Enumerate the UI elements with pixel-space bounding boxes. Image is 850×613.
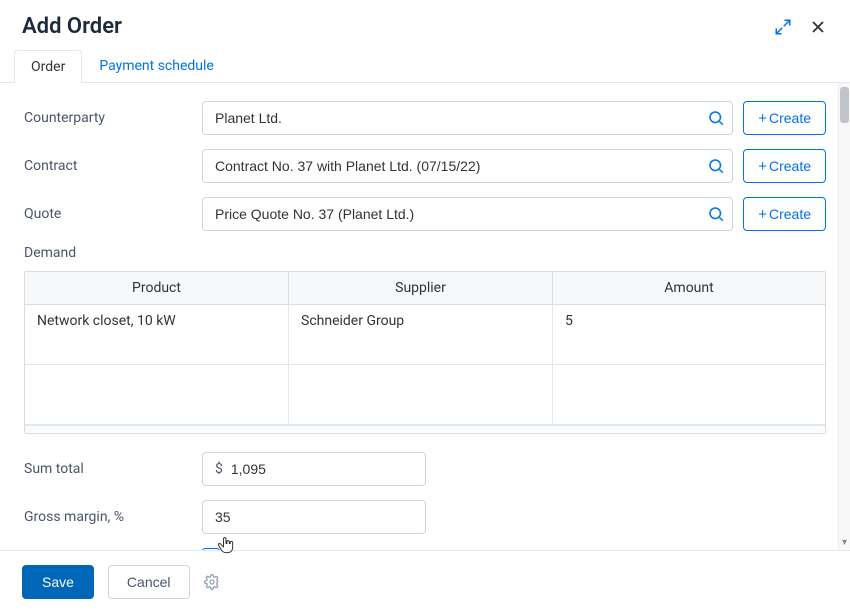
contract-input[interactable] [202, 149, 733, 183]
contract-lookup [202, 149, 733, 183]
dialog-header: Add Order [0, 0, 850, 49]
demand-label: Demand [24, 245, 826, 261]
currency-symbol: $ [215, 461, 223, 477]
counterparty-label: Counterparty [24, 110, 202, 126]
gear-icon[interactable] [204, 574, 220, 590]
table-row[interactable]: Network closet, 10 kW Schneider Group 5 [25, 305, 825, 365]
col-amount[interactable]: Amount [553, 272, 825, 304]
tabs: Order Payment schedule [0, 49, 850, 83]
plus-icon: + [758, 207, 767, 222]
quote-label: Quote [24, 206, 202, 222]
counterparty-lookup [202, 101, 733, 135]
create-label: Create [769, 206, 811, 222]
cell-product: Network closet, 10 kW [25, 305, 289, 364]
demand-table: Product Supplier Amount Network closet, … [24, 271, 826, 434]
sum-total-input[interactable] [231, 461, 413, 477]
prepayment-label: Prepayment of 100% [24, 549, 202, 550]
cell-supplier: Schneider Group [289, 305, 553, 364]
create-counterparty-button[interactable]: + Create [743, 101, 826, 135]
col-supplier[interactable]: Supplier [289, 272, 553, 304]
search-icon[interactable] [707, 157, 725, 175]
prepayment-checkbox[interactable] [202, 548, 220, 550]
contract-label: Contract [24, 158, 202, 174]
create-label: Create [769, 110, 811, 126]
chevron-down-icon[interactable]: ▾ [839, 536, 850, 548]
create-contract-button[interactable]: + Create [743, 149, 826, 183]
cancel-button[interactable]: Cancel [108, 565, 190, 599]
counterparty-input[interactable] [202, 101, 733, 135]
search-icon[interactable] [707, 205, 725, 223]
col-product[interactable]: Product [25, 272, 289, 304]
quote-lookup [202, 197, 733, 231]
gross-margin-label: Gross margin, % [24, 509, 202, 525]
dialog-title: Add Order [22, 14, 122, 39]
close-icon[interactable] [808, 17, 828, 37]
save-button[interactable]: Save [22, 565, 94, 599]
cell-amount: 5 [553, 305, 825, 364]
sum-total-input-wrap: $ [202, 452, 426, 486]
expand-icon[interactable] [774, 18, 792, 36]
create-label: Create [769, 158, 811, 174]
cell-product [25, 365, 289, 424]
table-header: Product Supplier Amount [25, 272, 825, 305]
quote-input[interactable] [202, 197, 733, 231]
sum-total-label: Sum total [24, 461, 202, 477]
scrollbar-thumb[interactable] [840, 87, 849, 123]
add-order-dialog: Add Order Order Payment schedule Counter… [0, 0, 850, 613]
tab-order[interactable]: Order [14, 50, 82, 83]
plus-icon: + [758, 111, 767, 126]
table-row[interactable] [25, 365, 825, 425]
cell-supplier [289, 365, 553, 424]
table-footer [25, 425, 825, 433]
create-quote-button[interactable]: + Create [743, 197, 826, 231]
header-actions [774, 17, 828, 37]
gross-margin-input[interactable] [202, 500, 426, 534]
plus-icon: + [758, 159, 767, 174]
cell-amount [553, 365, 825, 424]
search-icon[interactable] [707, 109, 725, 127]
form-content: Counterparty + Create Contract [0, 83, 850, 550]
scrollbar[interactable]: ▾ [838, 83, 850, 550]
tab-payment-schedule[interactable]: Payment schedule [82, 49, 231, 82]
dialog-footer: Save Cancel [0, 550, 850, 613]
